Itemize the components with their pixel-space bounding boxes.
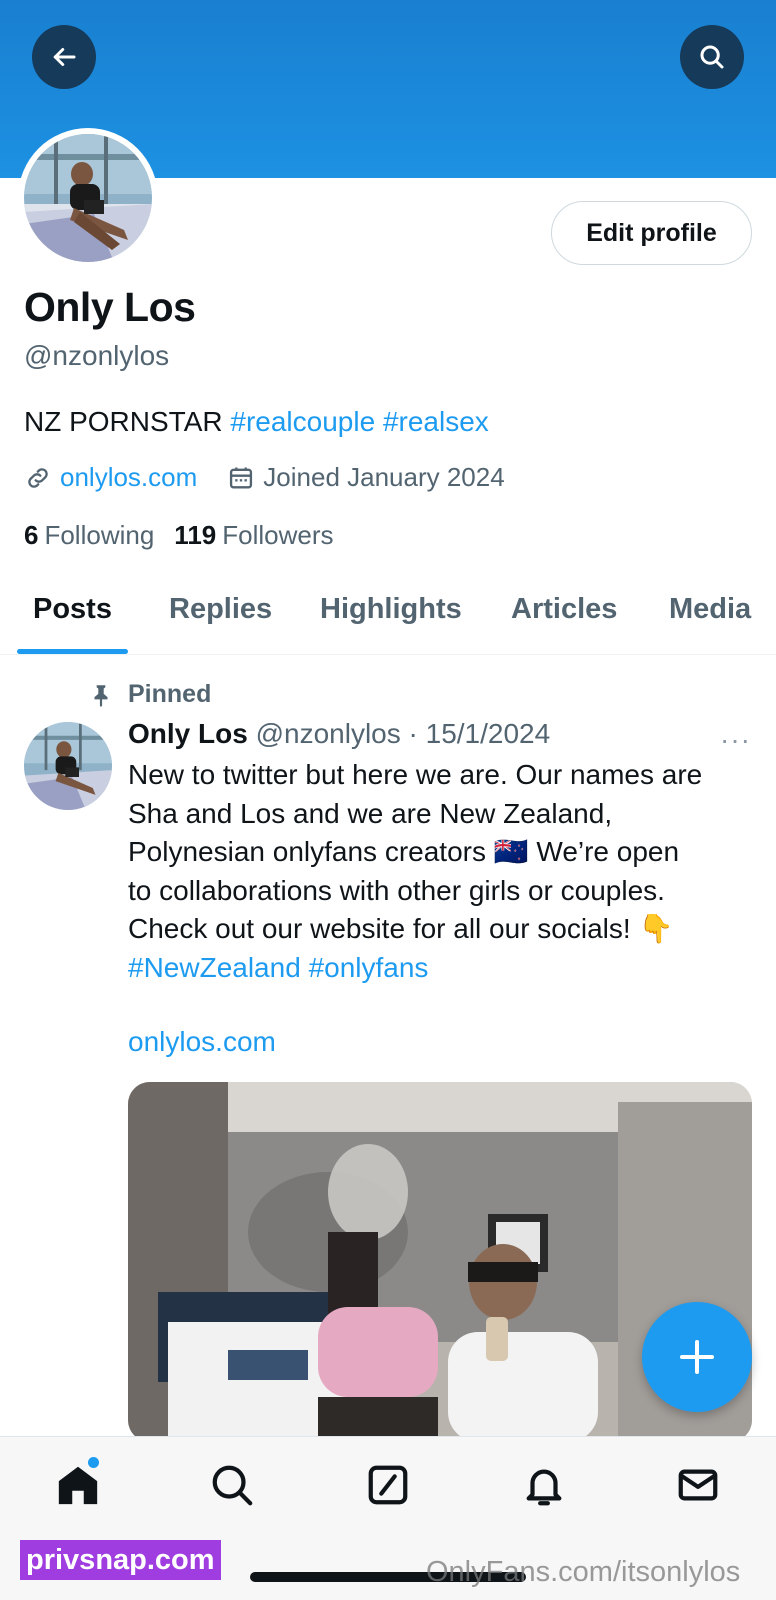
bio-hashtag[interactable]: #realcouple	[230, 406, 375, 437]
home-icon	[58, 1466, 98, 1505]
profile-name: Only Los	[24, 284, 196, 330]
compose-button[interactable]	[642, 1302, 752, 1412]
following-label: Following	[44, 520, 155, 550]
bell-icon	[526, 1469, 562, 1506]
pinned-indicator: Pinned	[88, 680, 211, 709]
tab-replies[interactable]: Replies	[169, 593, 272, 626]
profile-avatar[interactable]	[18, 128, 158, 268]
bio-hashtag[interactable]: #realsex	[383, 406, 489, 437]
more-options-icon[interactable]: ···	[720, 724, 751, 756]
post-header: Only Los @nzonlylos · 15/1/2024	[128, 718, 550, 750]
grok-icon	[368, 1465, 408, 1505]
nav-grok[interactable]	[362, 1459, 414, 1511]
profile-meta: onlylos.com Joined January 2024	[24, 462, 505, 493]
followers-count: 119	[174, 520, 217, 550]
active-tab-indicator	[17, 649, 128, 654]
search-icon	[212, 1465, 253, 1506]
avatar-photo	[24, 134, 152, 262]
nav-explore[interactable]	[206, 1459, 258, 1511]
link-icon	[28, 467, 48, 488]
post-link[interactable]: onlylos.com	[128, 1026, 276, 1058]
post-hashtag[interactable]: #NewZealand	[128, 952, 301, 983]
profile-handle: @nzonlylos	[24, 340, 170, 371]
search-button[interactable]	[680, 25, 744, 89]
post-body: New to twitter but here we are. Our name…	[128, 756, 768, 987]
search-icon	[700, 45, 724, 69]
post-author-name[interactable]: Only Los	[128, 718, 248, 749]
arrow-left-icon	[53, 48, 76, 66]
nav-notifications[interactable]	[518, 1459, 570, 1511]
post-text-line: Check out our website for all our social…	[128, 913, 674, 944]
nav-messages[interactable]	[672, 1459, 724, 1511]
following-stat[interactable]: 6 Following	[24, 520, 154, 551]
post-hashtag[interactable]: #onlyfans	[309, 952, 429, 983]
post-author-handle[interactable]: @nzonlylos	[256, 718, 401, 749]
followers-stat[interactable]: 119 Followers	[174, 520, 333, 551]
followers-label: Followers	[222, 520, 334, 550]
tab-posts[interactable]: Posts	[33, 593, 112, 626]
post-date[interactable]: · 15/1/2024	[409, 718, 551, 749]
pinned-label: Pinned	[128, 680, 212, 708]
profile-tabs: Posts Replies Highlights Articles Media	[0, 575, 776, 655]
bio-text: NZ PORNSTAR	[24, 406, 231, 437]
post-text-line: New to twitter but here we are. Our name…	[128, 759, 703, 790]
pin-icon	[94, 684, 108, 707]
tab-articles[interactable]: Articles	[511, 593, 617, 626]
post-author-avatar[interactable]	[24, 722, 112, 810]
profile-stats: 6 Following 119 Followers	[24, 520, 354, 551]
profile-website-link[interactable]: onlylos.com	[60, 462, 197, 493]
edit-profile-button[interactable]: Edit profile	[551, 201, 752, 265]
back-button[interactable]	[32, 25, 96, 89]
tab-highlights[interactable]: Highlights	[320, 593, 462, 626]
notification-dot	[88, 1457, 99, 1468]
avatar-photo	[24, 722, 112, 810]
tab-media[interactable]: Media	[669, 593, 751, 626]
post-text-line: Sha and Los and we are New Zealand,	[128, 797, 613, 829]
following-count: 6	[24, 520, 39, 550]
profile-bio: NZ PORNSTAR #realcouple #realsex	[24, 406, 489, 438]
watermark-left: privsnap.com	[20, 1540, 221, 1580]
plus-icon	[680, 1340, 714, 1374]
calendar-icon	[230, 467, 253, 488]
post-text-line: to collaborations with other girls or co…	[128, 874, 665, 906]
watermark-right: OnlyFans.com/itsonlylos	[426, 1556, 741, 1588]
post-text-line: Polynesian onlyfans creators 🇳🇿 We’re op…	[128, 836, 680, 867]
profile-joined-date: Joined January 2024	[263, 462, 505, 492]
mail-icon	[678, 1469, 718, 1501]
